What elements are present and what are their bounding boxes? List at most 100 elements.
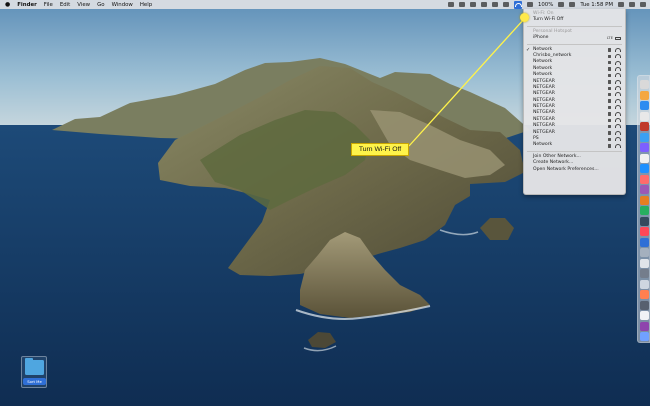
status-icon[interactable] bbox=[491, 2, 498, 7]
dock-app-icon[interactable] bbox=[640, 195, 649, 205]
lock-icon bbox=[608, 67, 611, 71]
callout-dot bbox=[520, 13, 529, 22]
menu-clock[interactable]: Tue 1:58 PM bbox=[580, 2, 613, 8]
lock-icon bbox=[608, 61, 611, 65]
dock-app-icon[interactable] bbox=[640, 90, 649, 100]
network-name: Network bbox=[533, 59, 553, 65]
notification-icon[interactable] bbox=[640, 2, 646, 7]
network-name: NETGEAR bbox=[533, 123, 555, 129]
folder-icon bbox=[25, 358, 44, 375]
network-name: NETGEAR bbox=[533, 104, 555, 110]
battery-icon[interactable] bbox=[558, 2, 565, 7]
dock-app-icon[interactable] bbox=[640, 122, 649, 131]
callout-label: Turn Wi-Fi Off bbox=[351, 143, 409, 156]
menu-view[interactable]: View bbox=[77, 2, 90, 8]
dock-app-icon[interactable] bbox=[640, 237, 649, 247]
hotspot-item[interactable]: iPhone LTE bbox=[524, 35, 625, 41]
dock-app-icon[interactable] bbox=[640, 164, 649, 173]
status-icon[interactable] bbox=[502, 2, 509, 7]
network-name: NETGEAR bbox=[533, 78, 555, 84]
dock-app-icon[interactable] bbox=[640, 206, 649, 215]
menu-bar: ● Finder File Edit View Go Window Help 1… bbox=[0, 0, 650, 9]
dock-app-icon[interactable] bbox=[640, 311, 649, 320]
lock-icon bbox=[608, 118, 611, 122]
lock-icon bbox=[608, 86, 611, 90]
wifi-signal-icon bbox=[615, 118, 621, 123]
menu-window[interactable]: Window bbox=[112, 2, 133, 8]
dock-app-icon[interactable] bbox=[640, 332, 649, 341]
status-icon[interactable] bbox=[458, 2, 465, 7]
network-name: NETGEAR bbox=[533, 110, 555, 116]
wifi-signal-icon bbox=[615, 105, 621, 110]
dock-app-icon[interactable] bbox=[640, 80, 649, 89]
wifi-signal-icon bbox=[615, 86, 621, 91]
lock-icon bbox=[608, 92, 611, 97]
siri-icon[interactable] bbox=[629, 2, 635, 7]
network-name: NETGEAR bbox=[533, 129, 555, 135]
network-name: NETGEAR bbox=[533, 97, 555, 103]
apple-menu-icon[interactable]: ● bbox=[5, 1, 10, 8]
network-name: PS bbox=[533, 136, 539, 142]
dock-app-icon[interactable] bbox=[640, 248, 649, 257]
open-network-preferences-item[interactable]: Open Network Preferences... bbox=[524, 167, 625, 173]
wifi-signal-icon bbox=[615, 92, 621, 97]
lock-icon bbox=[608, 99, 611, 103]
wifi-signal-icon bbox=[615, 130, 621, 135]
dock-app-icon[interactable] bbox=[640, 216, 649, 226]
menu-app-name[interactable]: Finder bbox=[17, 2, 37, 8]
menu-edit[interactable]: Edit bbox=[60, 2, 70, 8]
battery-icon bbox=[615, 36, 621, 40]
dock-app-icon[interactable] bbox=[640, 227, 649, 236]
lock-icon bbox=[608, 73, 611, 78]
turn-wifi-off-item[interactable]: Turn Wi-Fi Off bbox=[524, 17, 625, 23]
wifi-icon[interactable] bbox=[513, 0, 523, 9]
status-icon[interactable] bbox=[480, 2, 487, 7]
network-name: Network bbox=[533, 65, 553, 71]
dock-app-icon[interactable] bbox=[640, 279, 649, 289]
menu-divider bbox=[527, 150, 622, 152]
dock-app-icon[interactable] bbox=[640, 185, 649, 194]
status-icon[interactable] bbox=[447, 2, 454, 7]
lte-label: LTE bbox=[606, 35, 613, 41]
wifi-dropdown-menu: Wi-Fi: On Turn Wi-Fi Off Personal Hotspo… bbox=[523, 9, 626, 195]
folder-label: Sort Me bbox=[23, 378, 46, 385]
lock-icon bbox=[608, 80, 611, 84]
menu-file[interactable]: File bbox=[44, 2, 53, 8]
menu-divider bbox=[527, 43, 622, 45]
dock-app-icon[interactable] bbox=[640, 174, 649, 184]
hotspot-device-name: iPhone bbox=[533, 35, 549, 41]
dock-app-icon[interactable] bbox=[640, 132, 649, 142]
wifi-signal-icon bbox=[615, 143, 621, 148]
network-item[interactable]: Network bbox=[524, 142, 625, 148]
lock-icon bbox=[608, 137, 611, 142]
wifi-signal-icon bbox=[615, 79, 621, 84]
flag-icon[interactable] bbox=[569, 2, 576, 7]
search-icon[interactable] bbox=[618, 2, 624, 7]
dock-app-icon[interactable] bbox=[640, 101, 649, 110]
dock-app-icon[interactable] bbox=[640, 269, 649, 278]
dock-app-icon[interactable] bbox=[640, 300, 649, 310]
lock-icon bbox=[608, 112, 611, 116]
status-icon[interactable] bbox=[469, 2, 476, 7]
dock-app-icon[interactable] bbox=[640, 290, 649, 299]
menu-divider bbox=[527, 25, 622, 27]
lock-icon bbox=[608, 105, 611, 110]
menu-go[interactable]: Go bbox=[97, 2, 104, 8]
desktop-folder[interactable]: Sort Me bbox=[21, 356, 47, 388]
network-list: ✓ Network Chrisbo_network Network Network Net… bbox=[524, 47, 625, 149]
dock-app-icon[interactable] bbox=[640, 153, 649, 163]
menu-help[interactable]: Help bbox=[140, 2, 152, 8]
lock-icon bbox=[608, 54, 611, 59]
wifi-signal-icon bbox=[615, 111, 621, 116]
lock-icon bbox=[608, 124, 611, 129]
dock-app-icon[interactable] bbox=[640, 143, 649, 152]
dock-app-icon[interactable] bbox=[640, 258, 649, 268]
battery-percent: 100% bbox=[537, 1, 554, 8]
volume-icon[interactable] bbox=[526, 2, 533, 7]
wifi-signal-icon bbox=[615, 124, 621, 129]
dock-app-icon[interactable] bbox=[640, 111, 649, 121]
network-name: Chrisbo_network bbox=[533, 52, 572, 58]
lock-icon bbox=[608, 144, 611, 148]
network-name: NETGEAR bbox=[533, 91, 555, 97]
dock-app-icon[interactable] bbox=[640, 321, 649, 331]
